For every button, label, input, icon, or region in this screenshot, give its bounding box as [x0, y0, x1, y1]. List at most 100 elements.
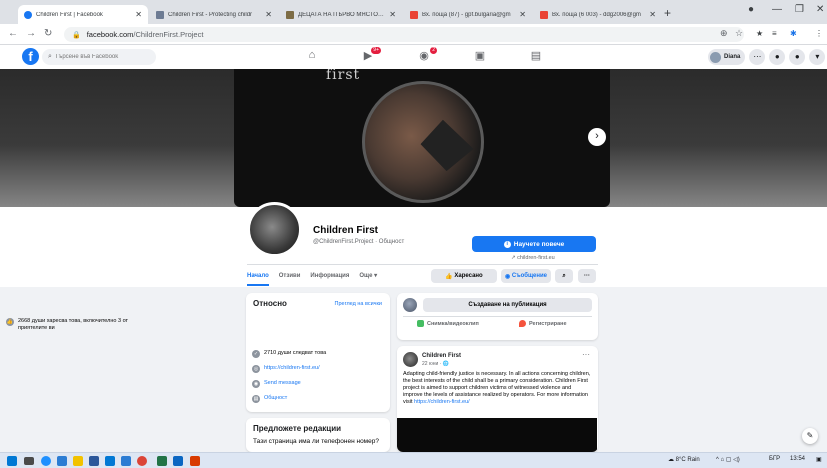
notifications-icon[interactable]: ▣	[816, 456, 822, 463]
close-tab-icon[interactable]: ✕	[519, 10, 526, 19]
close-window-icon[interactable]: ✕	[816, 4, 824, 15]
close-tab-icon[interactable]: ✕	[265, 10, 272, 19]
browser-tab[interactable]: Children First - Protecting childr ✕	[150, 5, 278, 24]
close-tab-icon[interactable]: ✕	[389, 10, 396, 19]
forward-icon[interactable]: →	[26, 28, 36, 39]
facebook-favicon-icon	[24, 10, 32, 19]
avatar[interactable]	[403, 298, 417, 312]
chrome-icon[interactable]	[137, 456, 147, 466]
more-options-button[interactable]: ···	[578, 269, 596, 283]
gmail-icon	[540, 10, 548, 19]
post-text: Adapting child-friendly justice is neces…	[403, 371, 591, 406]
mail-icon[interactable]	[105, 456, 115, 466]
about-website-link[interactable]: https://children-first.eu/	[264, 365, 392, 372]
account-dropdown-icon[interactable]: ▾	[809, 49, 826, 65]
tray-icons[interactable]: ^ ⌂ ▢ ◁)	[716, 456, 740, 463]
url-path: /ChildrenFirst.Project	[133, 30, 204, 39]
profile-icon[interactable]: ●	[748, 4, 754, 15]
language-indicator[interactable]: БГР	[769, 456, 780, 462]
tab-more[interactable]: Още ▾	[359, 266, 377, 286]
post-more-button[interactable]: ···	[582, 350, 590, 359]
website-row[interactable]: ◎ https://children-first.eu/	[252, 365, 392, 373]
post-author[interactable]: Children First	[422, 353, 461, 359]
zoom-icon[interactable]: ⊕	[720, 28, 728, 39]
facebook-logo-icon[interactable]: f	[22, 48, 39, 65]
tab-home[interactable]: Начало	[247, 266, 269, 286]
reload-icon[interactable]: ↻	[44, 28, 52, 39]
send-message-row[interactable]: ◉ Send message	[252, 380, 392, 388]
browser-tab[interactable]: Children First | Facebook ✕	[18, 5, 148, 24]
browser-tab-bar: Children First | Facebook ✕ Children Fir…	[0, 0, 827, 24]
powerpoint-icon[interactable]	[190, 456, 200, 466]
extension-icon[interactable]: ★	[756, 29, 763, 38]
post-link[interactable]: https://children-first.eu/	[414, 399, 470, 405]
lock-icon: 🔒	[72, 31, 81, 39]
category-link[interactable]: Общност	[264, 395, 392, 402]
url-field[interactable]: 🔒 facebook.com/ChildrenFirst.Project	[64, 27, 744, 42]
app-icon[interactable]	[57, 456, 67, 466]
cover-photo[interactable]: first ›	[234, 69, 610, 207]
new-tab-button[interactable]: +	[664, 6, 671, 20]
suggest-question: Тази страница има ли телефонен номер?	[253, 438, 380, 445]
extension-icon[interactable]: ≡	[772, 29, 777, 38]
tab-reviews[interactable]: Отзиви	[279, 266, 301, 286]
website-label: children-first.eu	[517, 255, 555, 261]
search-page-button[interactable]: ⌕	[555, 269, 573, 283]
extension-icon[interactable]: ✱	[790, 29, 797, 38]
file-explorer-icon[interactable]	[73, 456, 83, 466]
tab-about[interactable]: Информация	[310, 266, 349, 286]
groups-icon[interactable]: ◉ 2	[415, 47, 437, 65]
globe-icon: ◎	[252, 365, 260, 373]
menu-dots-icon[interactable]: ⋮	[815, 29, 823, 38]
close-tab-icon[interactable]: ✕	[649, 10, 656, 19]
browser-tab[interactable]: Вх. поща (6 003) - ddg2006@gm ✕	[534, 5, 662, 24]
word-icon[interactable]	[89, 456, 99, 466]
maximize-icon[interactable]: ❐	[795, 4, 804, 15]
outlook-icon[interactable]	[173, 456, 183, 466]
check-in-button[interactable]: Регистриране	[519, 320, 567, 327]
clock[interactable]: 13:54	[790, 456, 805, 462]
tab-title: Вх. поща (87) - gpf.bulgaria@gm	[422, 11, 511, 18]
create-post-button[interactable]: Създаване на публикация	[423, 298, 592, 312]
website-link[interactable]: ↗ children-first.eu	[511, 255, 555, 261]
post-image[interactable]	[397, 418, 597, 452]
chevron-right-icon[interactable]: ›	[588, 128, 606, 146]
marketplace-icon[interactable]: ▣	[471, 49, 489, 65]
new-message-icon[interactable]: ✎	[802, 428, 818, 444]
minimize-icon[interactable]: —	[772, 4, 782, 15]
tab-title: Вх. поща (6 003) - ddg2006@gm	[552, 11, 641, 18]
like-button[interactable]: 👍 Харесано	[431, 269, 497, 283]
app-icon[interactable]	[121, 456, 131, 466]
see-all-link[interactable]: Преглед на всички	[335, 301, 383, 307]
gaming-icon[interactable]: ▤	[527, 49, 545, 65]
messenger-icon[interactable]: ●	[769, 49, 786, 65]
learn-more-button[interactable]: i Научете повече	[472, 236, 596, 252]
site-favicon-icon	[286, 10, 294, 19]
send-message-link[interactable]: Send message	[264, 380, 392, 387]
avatar[interactable]	[403, 352, 418, 367]
profile-picture[interactable]	[247, 202, 302, 257]
home-icon[interactable]: ⌂	[303, 49, 321, 65]
notifications-icon[interactable]: ●	[789, 49, 806, 65]
profile-shortcut[interactable]: Diana	[708, 49, 746, 65]
search-input[interactable]	[54, 54, 150, 60]
close-tab-icon[interactable]: ✕	[135, 10, 142, 19]
browser-tab[interactable]: ДЕЦАТА НА ПЪРВО МЯСТО: за ✕	[280, 5, 402, 24]
message-button[interactable]: ◉ Съобщение	[501, 269, 551, 283]
post-time[interactable]: 22 юни · 🌐	[422, 361, 449, 367]
back-icon[interactable]: ←	[8, 28, 18, 39]
like-label: Харесано	[454, 273, 483, 279]
task-view-icon[interactable]	[24, 457, 34, 465]
watch-icon[interactable]: ▶ 9+	[359, 47, 381, 65]
edge-icon[interactable]	[41, 456, 51, 466]
bookmark-star-icon[interactable]: ☆	[735, 28, 743, 39]
photo-video-button[interactable]: Снимка/видеоклип	[417, 320, 479, 327]
search-box[interactable]: ⌕	[42, 49, 156, 65]
excel-icon[interactable]	[157, 456, 167, 466]
windows-start-icon[interactable]	[7, 456, 17, 466]
weather-widget[interactable]: ☁ 8°C Rain	[668, 456, 700, 463]
browser-tab[interactable]: Вх. поща (87) - gpf.bulgaria@gm ✕	[404, 5, 532, 24]
tab-title: ДЕЦАТА НА ПЪРВО МЯСТО: за	[298, 11, 386, 18]
account-area: Diana ⋯ ● ● ▾	[708, 49, 826, 65]
menu-grid-icon[interactable]: ⋯	[749, 49, 766, 65]
